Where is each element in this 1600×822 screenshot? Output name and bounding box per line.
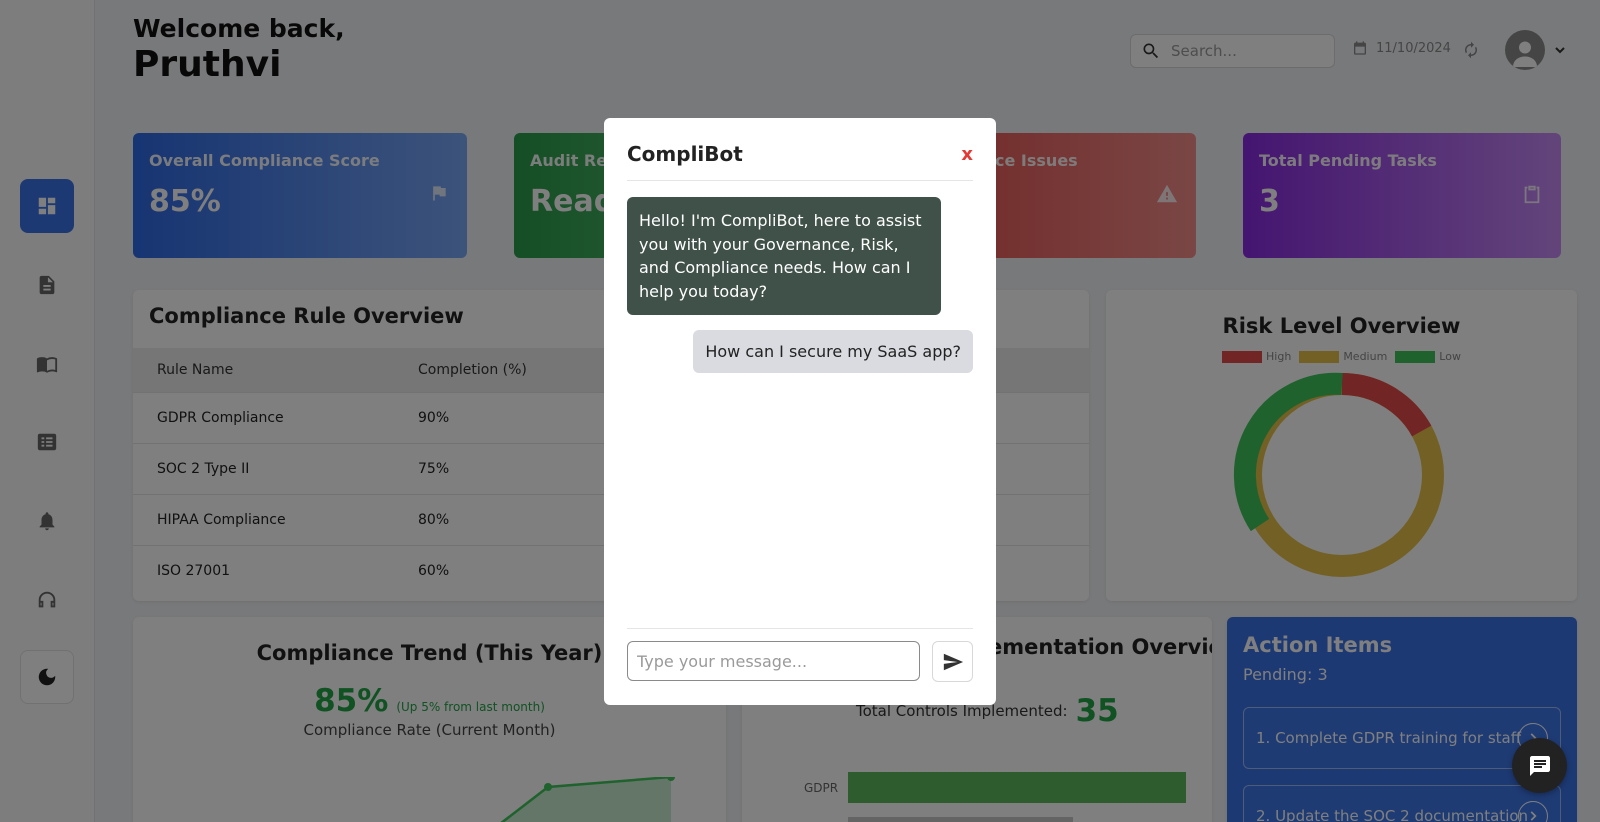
chatbot-dialog: CompliBot x Hello! I'm CompliBot, here t… (604, 118, 996, 705)
dialog-title: CompliBot (627, 142, 743, 166)
chat-icon (1529, 755, 1550, 776)
close-button[interactable]: x (961, 144, 973, 165)
bot-message: Hello! I'm CompliBot, here to assist you… (627, 197, 941, 315)
chat-fab-button[interactable] (1512, 738, 1567, 793)
send-button[interactable] (932, 641, 973, 682)
chat-composer (627, 628, 973, 682)
send-icon (943, 653, 963, 670)
dialog-header: CompliBot x (627, 118, 973, 181)
user-message: How can I secure my SaaS app? (693, 330, 973, 373)
message-input[interactable] (627, 641, 920, 681)
